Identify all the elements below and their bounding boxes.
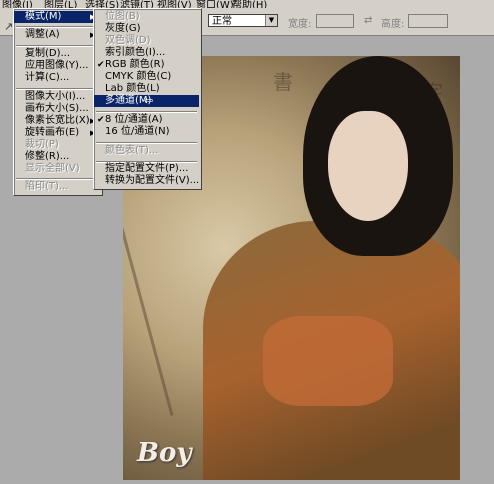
menu-separator (16, 45, 98, 47)
menu-item-duplicate[interactable]: 复制(D)... (14, 48, 100, 60)
menu-item-label: 转换为配置文件(V)... (105, 175, 200, 186)
menu-item-image-size[interactable]: 图像大小(I)... (14, 91, 100, 103)
menu-item-adjust[interactable]: 调整(A) ▶ (14, 29, 100, 41)
menu-item-label: 旋转画布(E) (25, 127, 80, 138)
menu-item-trap: 陷印(T)... (14, 181, 100, 193)
menu-item-label: 8 位/通道(A) (105, 114, 163, 125)
watermark-logo: Boy (137, 438, 192, 468)
menu-item-label: CMYK 颜色(C) (105, 71, 172, 82)
menu-item-label: 模式(M) (25, 11, 62, 22)
menu-item-label: 灰度(G) (105, 23, 141, 34)
menu-item-label: 调整(A) (25, 29, 60, 40)
menu-separator (96, 111, 197, 113)
menu-item-label: 图像大小(I)... (25, 91, 86, 102)
menu-item-label: 复制(D)... (25, 48, 71, 59)
menu-item-crop: 裁切(P) (14, 139, 100, 151)
swap-icon[interactable]: ⇄ (364, 15, 372, 26)
image-menu: 模式(M) ▶ 调整(A) ▶ 复制(D)... 应用图像(Y)... 计算(C… (13, 8, 103, 196)
mode-color-table: 颜色表(T)... (94, 145, 199, 157)
menu-item-label: 裁切(P) (25, 139, 59, 150)
tool-preset-icon[interactable]: ↗ (4, 20, 13, 33)
width-field[interactable] (316, 14, 354, 28)
mode-grayscale[interactable]: 灰度(G) (94, 23, 199, 35)
menu-item-canvas-size[interactable]: 画布大小(S)... (14, 103, 100, 115)
menu-item-label: 修整(R)... (25, 151, 70, 162)
checkmark-icon: ✔ (97, 115, 105, 125)
menu-item-label: 显示全部(V) (25, 163, 80, 174)
width-label: 宽度: (288, 19, 312, 30)
menu-item-mode[interactable]: 模式(M) ▶ (14, 11, 100, 23)
mode-rgb[interactable]: ✔ RGB 颜色(R) (94, 59, 199, 71)
menu-item-label: 指定配置文件(P)... (105, 163, 189, 174)
menu-filter[interactable]: 滤镜(T) (120, 0, 154, 8)
menu-item-apply-image[interactable]: 应用图像(Y)... (14, 60, 100, 72)
menubar: 图像(I) 图层(L) 选择(S) 滤镜(T) 视图(V) 窗口(W) 帮助(H… (0, 0, 494, 8)
mode-submenu: 位图(B) 灰度(G) 双色调(D) 索引颜色(I)... ✔ RGB 颜色(R… (93, 8, 202, 190)
menu-image[interactable]: 图像(I) (2, 0, 33, 8)
mode-8bit[interactable]: ✔ 8 位/通道(A) (94, 114, 199, 126)
checkmark-icon: ✔ (97, 60, 105, 70)
menu-item-label: 像素长宽比(X) (25, 115, 90, 126)
menu-separator (16, 26, 98, 28)
menu-item-label: 应用图像(Y)... (25, 60, 89, 71)
menu-item-label: RGB 颜色(R) (105, 59, 165, 70)
menu-item-label: 索引颜色(I)... (105, 47, 166, 58)
menu-item-label: 画布大小(S)... (25, 103, 89, 114)
menu-view[interactable]: 视图(V) (157, 0, 192, 8)
pointer-arrow-icon: ⇦ (144, 94, 154, 107)
mode-convert-profile[interactable]: 转换为配置文件(V)... (94, 175, 199, 187)
menu-window[interactable]: 窗口(W) (196, 0, 234, 8)
mode-multichannel[interactable]: 多通道(M) ⇦ (94, 95, 199, 107)
height-label: 高度: (381, 19, 405, 30)
menu-layer[interactable]: 图层(L) (44, 0, 77, 8)
mode-cmyk[interactable]: CMYK 颜色(C) (94, 71, 199, 83)
sleeve-shape (263, 316, 393, 406)
height-field[interactable] (408, 14, 448, 28)
menu-item-label: 16 位/通道(N) (105, 126, 170, 137)
menu-separator (16, 88, 98, 90)
menu-item-label: 陷印(T)... (25, 181, 69, 192)
menu-select[interactable]: 选择(S) (85, 0, 119, 8)
menu-item-pixel-aspect[interactable]: 像素长宽比(X) ▶ (14, 115, 100, 127)
mode-16bit[interactable]: 16 位/通道(N) (94, 126, 199, 138)
mode-bitmap: 位图(B) (94, 11, 199, 23)
blend-mode-value: 正常 (212, 16, 232, 27)
mode-duotone: 双色调(D) (94, 35, 199, 47)
mode-assign-profile[interactable]: 指定配置文件(P)... (94, 163, 199, 175)
menu-item-label: 颜色表(T)... (105, 145, 159, 156)
menu-help[interactable]: 帮助(H) (232, 0, 267, 8)
blend-mode-select[interactable]: 正常 ▼ (208, 14, 278, 27)
menu-item-label: 双色调(D) (105, 35, 151, 46)
menu-item-label: 位图(B) (105, 11, 140, 22)
menu-item-rotate-canvas[interactable]: 旋转画布(E) ▶ (14, 127, 100, 139)
calligraphy-decoration: 書 (273, 70, 293, 94)
menu-separator (96, 142, 197, 144)
chevron-down-icon[interactable]: ▼ (265, 15, 277, 26)
menu-item-reveal-all: 显示全部(V) (14, 163, 100, 175)
menu-item-trim[interactable]: 修整(R)... (14, 151, 100, 163)
mode-indexed-color[interactable]: 索引颜色(I)... (94, 47, 199, 59)
menu-item-calculations[interactable]: 计算(C)... (14, 72, 100, 84)
menu-item-label: 计算(C)... (25, 72, 70, 83)
face-shape (328, 111, 408, 221)
menu-separator (16, 178, 98, 180)
